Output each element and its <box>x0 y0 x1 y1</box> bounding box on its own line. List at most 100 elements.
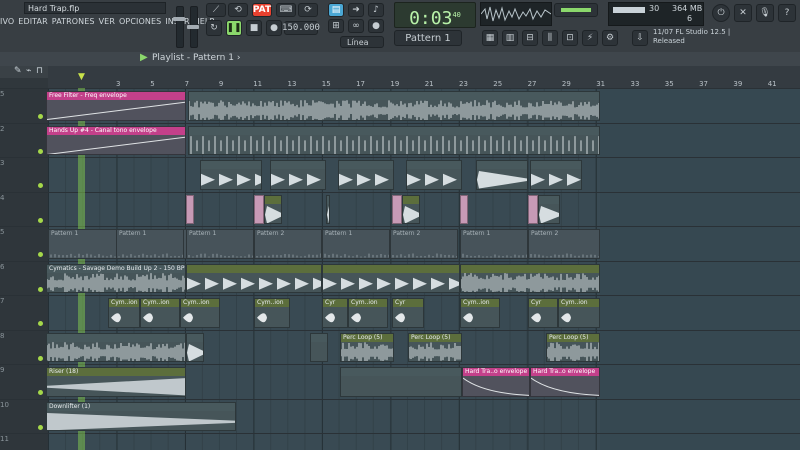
slice-icon[interactable]: ➜ <box>348 3 364 17</box>
track-mute-led[interactable] <box>38 183 43 188</box>
help-icon[interactable]: ? <box>778 4 796 22</box>
clip-hands-up[interactable]: Hands Up #4 - Canal tono envelope <box>46 125 186 155</box>
clip-audio[interactable] <box>186 263 322 293</box>
master-volume-slider[interactable] <box>173 6 185 48</box>
clip-perc[interactable]: Perc Loop (5) <box>408 332 462 362</box>
typing-keyboard-icon[interactable]: ⌨ <box>276 3 296 17</box>
clip-perc[interactable]: Perc Loop (5) <box>546 332 600 362</box>
channel-rack-icon[interactable]: ⊟ <box>522 30 538 46</box>
menu-patrones[interactable]: PATRONES <box>52 17 95 29</box>
clip-audio[interactable] <box>528 194 538 224</box>
track-mute-led[interactable] <box>38 217 43 223</box>
browser-icon[interactable]: ⊡ <box>562 30 578 46</box>
master-pitch-slider[interactable] <box>187 6 199 48</box>
clip-pattern2[interactable]: Pattern 2 <box>390 229 458 259</box>
mic-record-icon[interactable]: 🎙 <box>756 4 774 22</box>
playhead-marker-icon[interactable]: ▼ <box>78 72 85 82</box>
stop-button[interactable]: ■ <box>246 20 262 36</box>
clip-audio[interactable] <box>460 194 468 224</box>
clip-cyr[interactable]: Cyr <box>528 298 558 328</box>
clip-cym[interactable]: Cym..ion <box>558 298 600 328</box>
play-button[interactable]: ❚❚ <box>226 20 242 36</box>
pattern-select[interactable]: Pattern 1 <box>394 30 462 46</box>
clip-audio[interactable] <box>46 332 186 362</box>
download-icon[interactable]: ⇩ <box>632 30 648 46</box>
clip-audio[interactable] <box>338 160 394 190</box>
clip-audio[interactable] <box>322 263 460 293</box>
clip-cym[interactable]: Cym..ion <box>180 298 220 328</box>
power-icon[interactable]: ⏻ <box>712 4 730 22</box>
clip-pattern1[interactable]: Pattern 1 <box>186 229 254 259</box>
clip-audio[interactable] <box>188 125 600 155</box>
link-icon[interactable]: ∞ <box>348 19 364 33</box>
clip-audio[interactable] <box>406 160 462 190</box>
snap-magnet-icon[interactable]: ⊓ <box>36 66 43 76</box>
brush-icon[interactable]: ⌁ <box>26 66 31 76</box>
clip-audio[interactable] <box>200 160 262 190</box>
clip-audio[interactable] <box>188 91 600 121</box>
close-tools-icon[interactable]: ✕ <box>734 4 752 22</box>
clip-audio[interactable] <box>402 194 420 224</box>
clip-hard-env[interactable]: Hard Tra..o envelope <box>462 367 530 397</box>
clip-audio[interactable] <box>392 194 402 224</box>
clip-pattern2[interactable]: Pattern 2 <box>254 229 322 259</box>
clip-pattern1[interactable]: Pattern 1 <box>460 229 528 259</box>
clip-pattern1[interactable]: Pattern 1 <box>116 229 184 259</box>
piano-icon[interactable]: ♪ <box>368 3 384 17</box>
mixer-icon[interactable]: ⫼ <box>542 30 558 46</box>
track-mute-led[interactable] <box>38 355 43 361</box>
snap-icon[interactable]: ▤ <box>328 3 344 17</box>
countdown-icon[interactable]: ↻ <box>206 20 222 36</box>
tools-icon[interactable]: ⊞ <box>328 19 344 33</box>
clip-cym[interactable]: Cym..ion <box>140 298 180 328</box>
snap-select[interactable]: Línea <box>340 36 384 48</box>
clip-audio[interactable] <box>530 160 582 190</box>
timeline-ruler[interactable]: ▼ 35791113151719212325272931333537394143 <box>48 66 800 89</box>
clip-cym[interactable]: Cym..ion <box>460 298 500 328</box>
clip-audio[interactable] <box>326 194 330 224</box>
clip-audio[interactable] <box>460 263 600 293</box>
clip-cyr[interactable]: Cyr <box>322 298 348 328</box>
clip-free-filter[interactable]: Free Filter - Freq envelope <box>46 91 186 121</box>
clip-audio[interactable] <box>538 194 560 224</box>
plugin-icon[interactable]: ⚡ <box>582 30 598 46</box>
clip-cyr[interactable]: Cyr <box>392 298 424 328</box>
clip-audio[interactable] <box>264 194 282 224</box>
track-mute-led[interactable] <box>38 114 43 119</box>
clip-pattern2[interactable]: Pattern 2 <box>528 229 600 259</box>
clip-audio[interactable] <box>186 194 194 224</box>
menu-ver[interactable]: VER <box>99 17 115 29</box>
clip-riser[interactable]: Riser (18) <box>46 367 186 397</box>
clip-pattern1[interactable]: Pattern 1 <box>322 229 390 259</box>
record-button[interactable]: ● <box>266 20 282 36</box>
tempo-display[interactable]: 150.000 <box>282 21 320 35</box>
news-panel[interactable]: 11/07 FL Studio 12.5 | Released <box>653 28 731 50</box>
menu-archivo[interactable]: IVO <box>0 17 14 29</box>
mic-icon[interactable]: ● <box>368 19 384 33</box>
menu-opciones[interactable]: OPCIONES <box>119 17 161 29</box>
clip-audio[interactable] <box>270 160 326 190</box>
playlist-icon[interactable]: ▦ <box>482 30 498 46</box>
tempo-tap-icon[interactable]: ⚙ <box>602 30 618 46</box>
clip-cym[interactable]: Cym..ion <box>348 298 388 328</box>
pat-song-toggle[interactable]: PAT <box>252 3 272 17</box>
pencil-icon[interactable]: ✎ <box>14 66 22 76</box>
step-edit-icon[interactable]: ⟳ <box>298 3 318 17</box>
playlist-arrow-icon[interactable]: ▶ <box>140 52 148 63</box>
track-mute-led[interactable] <box>38 252 43 257</box>
loop-record-icon[interactable]: ⟲ <box>228 3 248 17</box>
clip-cym[interactable]: Cym..ion <box>108 298 140 328</box>
clip-cym[interactable]: Cym..ion <box>254 298 290 328</box>
clip-audio[interactable] <box>254 194 264 224</box>
menu-editar[interactable]: EDITAR <box>18 17 47 29</box>
metronome-icon[interactable]: ⟋ <box>206 3 226 17</box>
track-mute-led[interactable] <box>38 321 43 326</box>
piano-roll-icon[interactable]: ▥ <box>502 30 518 46</box>
clip-audio[interactable] <box>340 367 462 397</box>
track-mute-led[interactable] <box>38 390 43 395</box>
track-mute-led[interactable] <box>38 148 43 154</box>
clip-downlifter[interactable]: Downlifter (1) <box>46 401 236 431</box>
clip-audio[interactable] <box>476 160 528 190</box>
clip-hard-env[interactable]: Hard Tra..o envelope <box>530 367 600 397</box>
clip-audio[interactable] <box>186 332 204 362</box>
